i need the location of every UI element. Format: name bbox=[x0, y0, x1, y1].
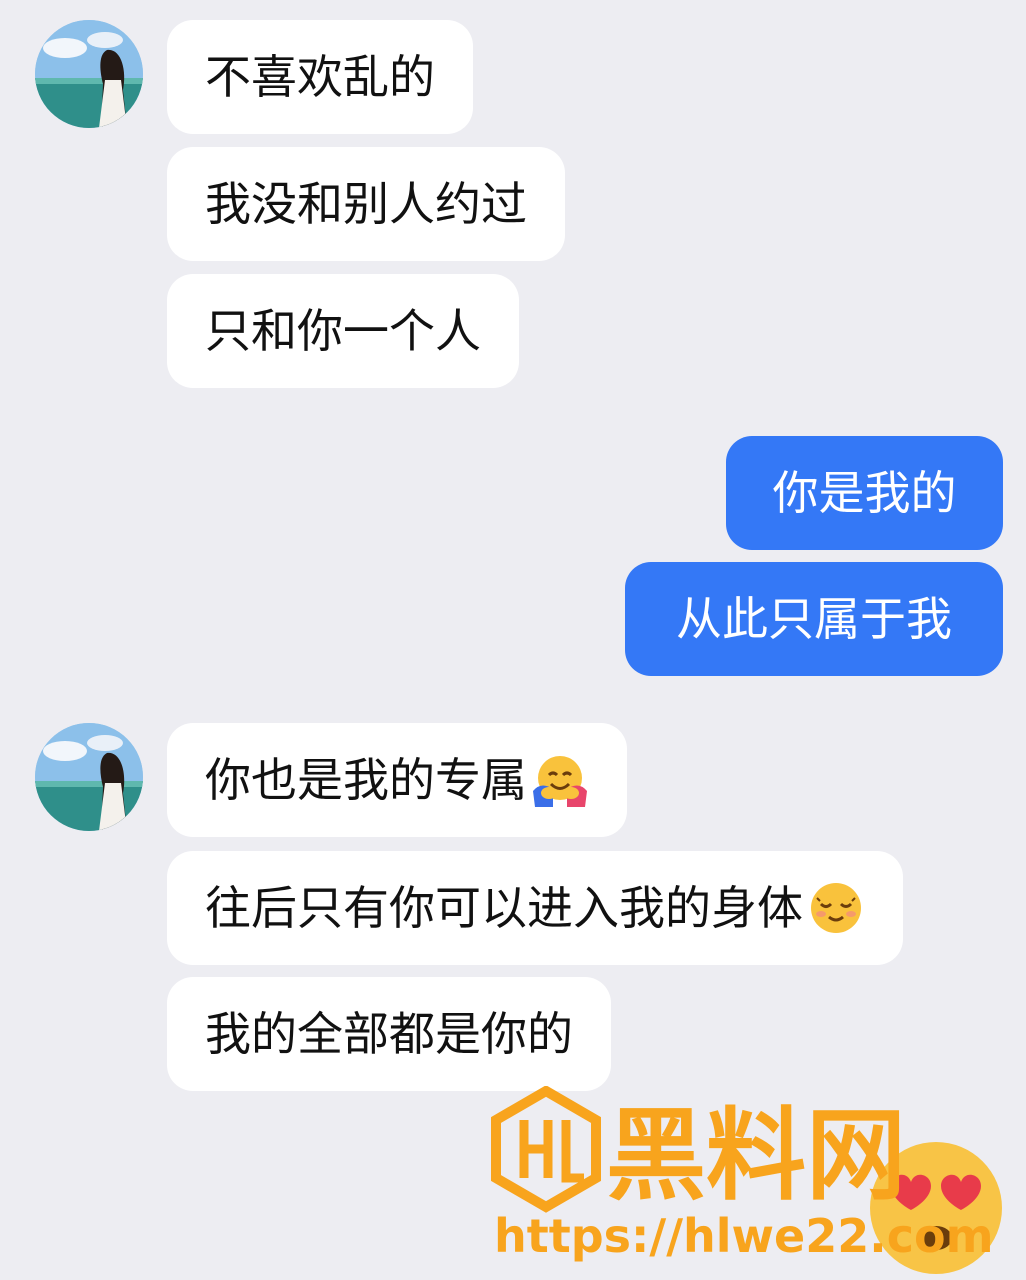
message-bubble[interactable]: 只和你一个人 bbox=[167, 274, 519, 388]
message-bubble[interactable]: 从此只属于我 bbox=[625, 562, 1003, 676]
message-bubble[interactable]: 你也是我的专属 bbox=[167, 723, 627, 837]
hugging-face-emoji bbox=[531, 751, 589, 809]
watermark-brand: 黑料网 bbox=[606, 1097, 906, 1214]
message-text: 不喜欢乱的 bbox=[205, 50, 435, 104]
chat-thread: 不喜欢乱的 我没和别人约过 只和你一个人 你是我的 从此只属于我 你也是我的专属 bbox=[0, 0, 1026, 1280]
smiling-face-emoji bbox=[807, 879, 865, 937]
avatar[interactable] bbox=[35, 723, 143, 831]
message-bubble[interactable]: 我没和别人约过 bbox=[167, 147, 565, 261]
message-bubble[interactable]: 你是我的 bbox=[726, 436, 1003, 550]
hl-logo-icon bbox=[491, 1085, 601, 1213]
heart-eyes-emoji bbox=[870, 1142, 1002, 1274]
message-text: 你是我的 bbox=[772, 466, 957, 520]
avatar[interactable] bbox=[35, 20, 143, 128]
watermark: 黑料网 https://hlwe22.com bbox=[486, 1085, 1006, 1276]
message-text: 你也是我的专属 bbox=[205, 753, 527, 807]
message-text: 从此只属于我 bbox=[676, 592, 952, 646]
message-text: 我的全部都是你的 bbox=[205, 1007, 573, 1061]
watermark-url: https://hlwe22.com bbox=[494, 1209, 994, 1263]
avatar-photo-icon bbox=[35, 723, 143, 831]
message-bubble[interactable]: 不喜欢乱的 bbox=[167, 20, 473, 134]
message-text: 我没和别人约过 bbox=[205, 177, 527, 231]
message-text: 往后只有你可以进入我的身体 bbox=[205, 881, 803, 935]
message-text: 只和你一个人 bbox=[205, 304, 481, 358]
message-bubble[interactable]: 往后只有你可以进入我的身体 bbox=[167, 851, 903, 965]
avatar-photo-icon bbox=[35, 20, 143, 128]
message-bubble[interactable]: 我的全部都是你的 bbox=[167, 977, 611, 1091]
